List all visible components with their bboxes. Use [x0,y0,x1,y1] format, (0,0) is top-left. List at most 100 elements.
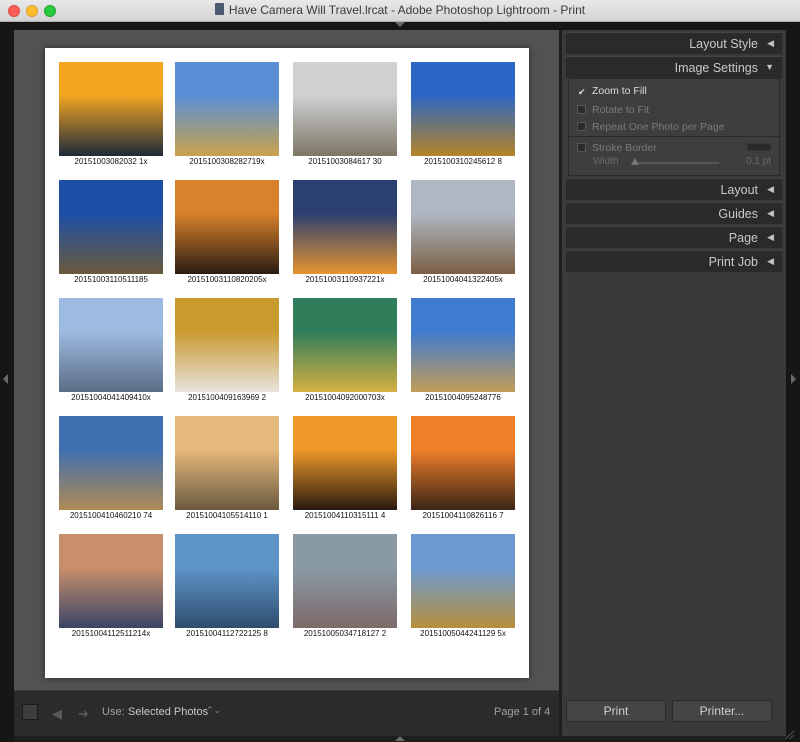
checkmark-icon[interactable]: ✔ [577,88,586,97]
section-label: Layout Style [689,37,758,51]
photo-caption: 20151004110826116 7 [422,511,504,520]
use-label: Use: [102,706,125,718]
photo-cell[interactable]: 20151003110511185 [59,180,163,290]
photo-caption: 20151004112511214x [71,629,151,638]
left-panel-strip[interactable] [0,30,14,742]
photo-cell[interactable]: 20151004110315111 4 [293,416,397,526]
rotate-to-fit-label: Rotate to Fit [592,104,650,116]
photo-thumbnail[interactable] [59,62,163,156]
section-image-settings[interactable]: Image Settings ▼ [566,56,782,78]
width-value: 0.1 pt [745,156,771,167]
right-panel-strip[interactable] [786,30,800,742]
photo-thumbnail[interactable] [59,180,163,274]
page-view-toggle-button[interactable] [22,704,38,720]
photo-thumbnail[interactable] [59,416,163,510]
collapse-arrow-icon: ◀ [767,232,774,242]
repeat-one-photo-option[interactable]: Repeat One Photo per Page [577,121,725,133]
photo-thumbnail[interactable] [59,298,163,392]
photo-caption: 20151004110315111 4 [304,511,386,520]
section-label: Print Job [708,255,758,269]
photo-thumbnail[interactable] [59,534,163,628]
photo-thumbnail[interactable] [293,62,397,156]
photo-thumbnail[interactable] [175,534,279,628]
photo-cell[interactable]: 2015100409163969 2 [175,298,279,408]
left-panel-toggle-icon[interactable] [3,374,8,384]
section-layout-style[interactable]: Layout Style ◀ [566,32,782,54]
photo-caption: 20151003084617 30 [308,157,382,166]
photo-cell[interactable]: 20151004041409410x [59,298,163,408]
photo-caption: 20151004041322405x [423,275,503,284]
photo-cell[interactable]: 20151003110937221x [293,180,397,290]
printer-button[interactable]: Printer... [672,700,772,722]
right-panel: Layout Style ◀ Image Settings ▼ ✔ Zoom to… [562,30,786,736]
resize-grip-icon[interactable] [783,730,795,740]
photo-cell[interactable]: 20151005044241129 5x [411,534,515,644]
photo-cell[interactable]: 20151004112722125 8 [175,534,279,644]
photo-thumbnail[interactable] [175,298,279,392]
section-print-job[interactable]: Print Job ◀ [566,250,782,272]
section-layout[interactable]: Layout ◀ [566,178,782,200]
photo-cell[interactable]: 2015100308282719x [175,62,279,172]
photo-thumbnail[interactable] [175,180,279,274]
stroke-border-option[interactable]: Stroke Border [577,142,657,154]
previous-page-icon[interactable]: ◀ [52,706,62,722]
title-bar: Have Camera Will Travel.lrcat - Adobe Ph… [0,0,800,22]
photo-thumbnail[interactable] [411,298,515,392]
photo-cell[interactable]: 20151004105514110 1 [175,416,279,526]
photo-thumbnail[interactable] [411,416,515,510]
photo-caption: 2015100310245612 8 [424,157,502,166]
width-label: Width [593,156,619,167]
photo-cell[interactable]: 20151004041322405x [411,180,515,290]
width-slider-track[interactable] [633,162,719,164]
rotate-to-fit-checkbox[interactable] [577,105,586,114]
photo-thumbnail[interactable] [293,180,397,274]
width-slider-thumb[interactable] [631,158,639,165]
photo-cell[interactable]: 20151003110820205x [175,180,279,290]
photo-caption: 20151004112722125 8 [186,629,268,638]
use-select[interactable]: Selected Photos [128,706,208,718]
photo-cell[interactable]: 20151004110826116 7 [411,416,515,526]
photo-caption: 20151004095248776 [425,393,501,402]
rotate-to-fit-option[interactable]: Rotate to Fit [577,104,649,116]
photo-caption: 20151003082032 1x [74,157,148,166]
chevron-updown-icon[interactable]: ⌃⌄ [206,705,221,716]
photo-thumbnail[interactable] [411,534,515,628]
section-label: Guides [718,207,758,221]
photo-thumbnail[interactable] [175,416,279,510]
section-label: Page [728,231,758,245]
top-panel-toggle-icon[interactable] [395,22,405,27]
bottom-toolbar: ◀ ➜ Use: Selected Photos ⌃⌄ Page 1 of 4 [14,690,559,736]
window-title-wrap: Have Camera Will Travel.lrcat - Adobe Ph… [0,3,800,17]
stroke-border-checkbox[interactable] [577,143,586,152]
photo-cell[interactable]: 2015100410460210 74 [59,416,163,526]
next-page-icon[interactable]: ➜ [78,706,89,722]
section-page[interactable]: Page ◀ [566,226,782,248]
photo-thumbnail[interactable] [411,180,515,274]
repeat-one-photo-checkbox[interactable] [577,122,586,131]
section-guides[interactable]: Guides ◀ [566,202,782,224]
photo-caption: 20151005044241129 5x [420,629,506,638]
photo-cell[interactable]: 2015100310245612 8 [411,62,515,172]
zoom-to-fill-option[interactable]: ✔ Zoom to Fill [577,85,647,97]
photo-cell[interactable]: 20151004095248776 [411,298,515,408]
photo-caption: 20151003110820205x [187,275,267,284]
photo-thumbnail[interactable] [293,298,397,392]
photo-thumbnail[interactable] [175,62,279,156]
zoom-to-fill-label: Zoom to Fill [592,85,647,97]
photo-thumbnail[interactable] [411,62,515,156]
photo-cell[interactable]: 20151005034718127 2 [293,534,397,644]
photo-cell[interactable]: 20151003082032 1x [59,62,163,172]
photo-cell[interactable]: 20151003084617 30 [293,62,397,172]
image-settings-panel: ✔ Zoom to Fill Rotate to Fit Repeat One P… [568,78,780,176]
right-panel-toggle-icon[interactable] [791,374,796,384]
stroke-color-swatch[interactable] [747,143,771,151]
print-button[interactable]: Print [566,700,666,722]
bottom-panel-toggle-icon[interactable] [395,736,405,741]
photo-thumbnail[interactable] [293,416,397,510]
photo-cell[interactable]: 20151004112511214x [59,534,163,644]
photo-caption: 20151003110511185 [74,275,148,284]
expand-arrow-icon: ▼ [765,62,774,72]
photo-thumbnail[interactable] [293,534,397,628]
photo-caption: 20151005034718127 2 [303,629,387,638]
photo-cell[interactable]: 20151004092000703x [293,298,397,408]
